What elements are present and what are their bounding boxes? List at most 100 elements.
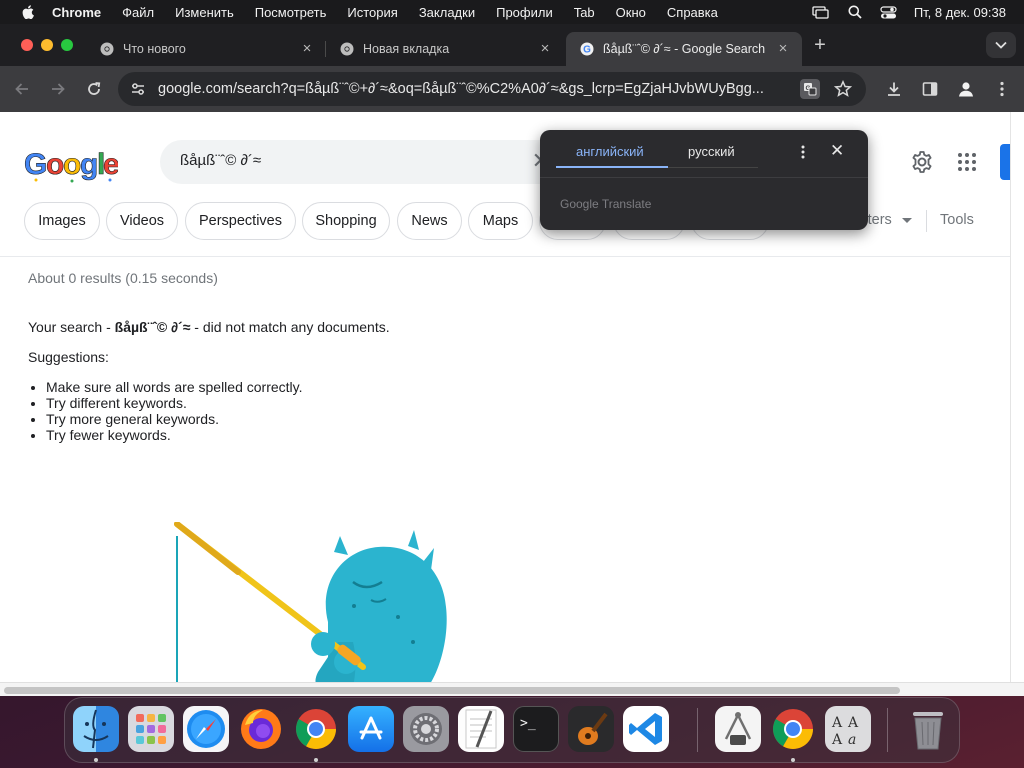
tools-button[interactable]: Tools [940, 212, 974, 228]
svg-text:g: g [80, 148, 98, 181]
no-results-query: ßåµß¨ˆ© ∂´≈ [114, 319, 191, 335]
svg-text:A: A [831, 732, 843, 748]
suggestions-list: Make sure all words are spelled correctl… [46, 379, 303, 443]
chrome-menu-icon[interactable] [991, 78, 1013, 100]
horizontal-scrollbar[interactable] [0, 682, 1024, 696]
translate-source-language-tab[interactable]: английский [576, 144, 644, 159]
menu-item-profiles[interactable]: Профили [496, 5, 553, 20]
side-panel-icon[interactable] [919, 78, 941, 100]
reload-icon[interactable] [83, 78, 105, 100]
translate-target-language-tab[interactable]: русский [688, 144, 735, 159]
suggestion-item: Try different keywords. [46, 395, 303, 411]
filter-chip-videos[interactable]: Videos [106, 202, 178, 240]
app-store-icon[interactable] [348, 706, 394, 752]
tab-close-icon[interactable]: × [776, 41, 790, 56]
no-results-message: Your search - ßåµß¨ˆ© ∂´≈ - did not matc… [28, 319, 390, 335]
apple-logo-icon[interactable] [18, 5, 38, 19]
svg-text:o: o [46, 148, 64, 181]
trash-icon[interactable] [905, 706, 951, 752]
site-info-tune-icon[interactable] [130, 81, 146, 97]
menu-item-view[interactable]: Посмотреть [255, 5, 327, 20]
close-translate-popup-icon[interactable]: ✕ [830, 142, 844, 159]
finder-icon[interactable] [73, 706, 119, 752]
filter-chip-news[interactable]: News [397, 202, 462, 240]
chevron-down-icon [995, 41, 1007, 49]
svg-text:o: o [63, 148, 81, 181]
tab-close-icon[interactable]: × [538, 41, 552, 56]
google-translate-branding: Google Translate [560, 197, 652, 211]
profile-icon[interactable] [955, 78, 977, 100]
menu-item-history[interactable]: История [347, 5, 397, 20]
google-apps-grid-icon[interactable] [957, 152, 977, 172]
search-input[interactable]: ßåµß¨ˆ© ∂´≈ ✕ [160, 140, 560, 184]
system-settings-icon[interactable] [403, 706, 449, 752]
chrome-favicon-icon [340, 42, 354, 56]
tab-search-button[interactable] [986, 32, 1016, 58]
new-tab-plus-icon[interactable]: + [810, 35, 830, 56]
close-window-button[interactable] [21, 39, 33, 51]
font-book-icon[interactable]: AAAa [825, 706, 871, 752]
control-center-icon[interactable] [880, 5, 898, 19]
menu-item-edit[interactable]: Изменить [175, 5, 234, 20]
more-options-icon[interactable] [798, 144, 808, 160]
launchpad-icon[interactable] [128, 706, 174, 752]
forward-arrow-icon[interactable] [47, 78, 69, 100]
sign-in-button-edge[interactable] [1000, 144, 1010, 180]
tab-title: Что нового [123, 42, 186, 56]
back-arrow-icon[interactable] [11, 78, 33, 100]
filter-chip-perspectives[interactable]: Perspectives [185, 202, 296, 240]
dock-separator [697, 708, 698, 752]
tab-new-tab[interactable]: Новая вкладка × [326, 32, 564, 66]
chrome-icon[interactable] [293, 706, 339, 752]
dock-separator [887, 708, 888, 752]
settings-gear-icon[interactable] [910, 150, 934, 174]
no-results-suffix: - did not match any documents. [190, 319, 390, 335]
svg-text:G: G [583, 45, 591, 56]
zoom-window-button[interactable] [61, 39, 73, 51]
menu-app-name[interactable]: Chrome [52, 5, 101, 20]
menu-item-window[interactable]: Окно [616, 5, 646, 20]
svg-text:>_: >_ [520, 716, 536, 731]
search-query-text[interactable]: ßåµß¨ˆ© ∂´≈ [180, 152, 261, 169]
filter-chip-images[interactable]: Images [24, 202, 100, 240]
tab-title: Новая вкладка [363, 42, 450, 56]
filter-chip-maps[interactable]: Maps [468, 202, 533, 240]
filter-chip-shopping[interactable]: Shopping [302, 202, 390, 240]
vertical-scrollbar[interactable] [1010, 112, 1024, 682]
translate-page-icon[interactable]: G [800, 79, 820, 99]
garageband-icon[interactable] [568, 706, 614, 752]
download-icon[interactable] [883, 78, 905, 100]
menu-item-help[interactable]: Справка [667, 5, 718, 20]
menu-item-bookmarks[interactable]: Закладки [419, 5, 475, 20]
tab-close-icon[interactable]: × [300, 41, 314, 56]
safari-icon[interactable] [183, 706, 229, 752]
chrome-secondary-icon[interactable] [770, 706, 816, 752]
terminal-icon[interactable]: >_ [513, 706, 559, 752]
address-bar-url[interactable]: google.com/search?q=ßåµß¨ˆ©+∂´≈&oq=ßåµß¨… [158, 81, 798, 97]
minimize-window-button[interactable] [41, 39, 53, 51]
vscode-icon[interactable] [623, 706, 669, 752]
filter-divider [926, 210, 927, 232]
fishing-monster-illustration [174, 522, 447, 682]
horizontal-scrollbar-thumb[interactable] [4, 687, 900, 694]
chrome-window: Что нового × Новая вкладка × G ßåµß¨ˆ© ∂… [0, 24, 1024, 696]
chrome-favicon-icon [100, 42, 114, 56]
google-logo[interactable]: G o o g l e [22, 144, 118, 184]
result-stats: About 0 results (0.15 seconds) [28, 270, 218, 286]
bookmark-star-icon[interactable] [834, 80, 852, 98]
svg-text:e: e [103, 148, 118, 181]
directory-utility-icon[interactable] [715, 706, 761, 752]
spotlight-search-icon[interactable] [846, 5, 864, 19]
running-indicator [314, 758, 318, 762]
suggestion-item: Make sure all words are spelled correctl… [46, 379, 303, 395]
tab-whats-new[interactable]: Что нового × [86, 32, 326, 66]
menu-item-file[interactable]: Файл [122, 5, 154, 20]
firefox-icon[interactable] [238, 706, 284, 752]
textedit-icon[interactable] [458, 706, 504, 752]
suggestion-item: Try more general keywords. [46, 411, 303, 427]
menu-item-tab[interactable]: Tab [574, 5, 595, 20]
address-bar[interactable]: google.com/search?q=ßåµß¨ˆ©+∂´≈&oq=ßåµß¨… [118, 72, 866, 106]
menu-bar-clock[interactable]: Пт, 8 дек. 09:38 [914, 5, 1006, 20]
screen-mirroring-icon[interactable] [812, 5, 830, 19]
tab-google-search[interactable]: G ßåµß¨ˆ© ∂´≈ - Google Search × [566, 32, 802, 66]
